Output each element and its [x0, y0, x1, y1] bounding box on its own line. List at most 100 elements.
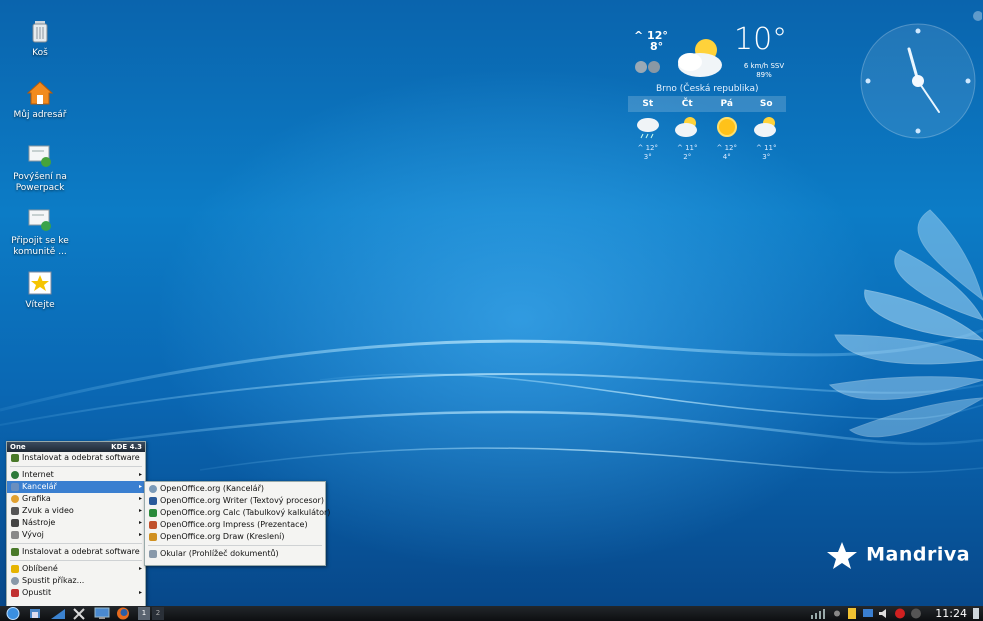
chevron-right-icon: ▸ — [138, 483, 142, 490]
chevron-right-icon: ▸ — [138, 495, 142, 502]
weather-forecast-day: ^ 12° 3° — [628, 114, 668, 162]
analog-clock-widget[interactable] — [859, 22, 977, 140]
menu-item-quit[interactable]: Opustit ▸ — [7, 587, 145, 599]
weather-day-name: St — [642, 99, 654, 109]
weather-wind: 6 km/h SSV 89% — [734, 62, 794, 80]
menu-item-tools[interactable]: Nástroje ▸ — [7, 517, 145, 529]
menu-item-install-software[interactable]: Instalovat a odebrat software — [7, 452, 145, 464]
menu-item-label: Oblíbené — [22, 564, 58, 573]
weather-day-name: Čt — [681, 99, 693, 109]
weather-forecast-low: 3° — [762, 153, 771, 161]
desktop-icon-home[interactable]: Můj adresář — [6, 80, 74, 121]
okular-icon — [149, 550, 157, 558]
install-icon — [11, 548, 19, 556]
menu-item-label: Internet — [22, 470, 54, 479]
weather-forecast-high: ^ 11° — [756, 144, 777, 152]
submenu-item-draw[interactable]: OpenOffice.org Draw (Kreslení) — [145, 531, 325, 543]
tools-icon — [11, 519, 19, 527]
chevron-right-icon: ▸ — [138, 519, 142, 526]
submenu-item-label: OpenOffice.org Impress (Prezentace) — [160, 520, 308, 529]
weather-location: Brno (Česká republika) — [656, 84, 759, 94]
desktop-icon-label: Povýšení na Powerpack — [13, 172, 67, 193]
desktop-pager[interactable]: 1 2 — [138, 607, 168, 620]
pager-desktop-2[interactable]: 2 — [152, 607, 164, 620]
battery-icon[interactable] — [972, 607, 980, 620]
pager-desktop-1[interactable]: 1 — [138, 607, 150, 620]
notes-icon[interactable] — [832, 607, 842, 620]
weather-forecast-low: 2° — [683, 153, 692, 161]
desktop-icon-welcome[interactable]: Vítejte — [6, 270, 74, 311]
devel-icon — [11, 531, 19, 539]
application-menu[interactable]: One KDE 4.3 Instalovat a odebrat softwar… — [6, 441, 146, 608]
menu-item-internet[interactable]: Internet ▸ — [7, 469, 145, 481]
menu-item-development[interactable]: Vývoj ▸ — [7, 529, 145, 541]
submenu-item-okular[interactable]: Okular (Prohlížeč dokumentů) — [145, 548, 325, 560]
menu-separator — [10, 466, 142, 467]
submenu-item-label: OpenOffice.org (Kancelář) — [160, 484, 264, 493]
menu-item-favorites[interactable]: Oblíbené ▸ — [7, 563, 145, 575]
desktop-icon-label: Vítejte — [25, 300, 55, 310]
chevron-right-icon: ▸ — [138, 565, 142, 572]
desktop-icon-community[interactable]: Připojit se ke komunitě ... — [6, 206, 74, 258]
welcome-icon — [27, 270, 53, 296]
taskbar-clock[interactable]: 11:24 — [935, 606, 967, 621]
desktop-icon[interactable] — [50, 607, 66, 620]
partly-cloudy-icon — [678, 39, 722, 77]
desktop-icon-powerpack[interactable]: Povýšení na Powerpack — [6, 142, 74, 194]
run-icon — [11, 577, 19, 585]
office-icon — [11, 483, 19, 491]
taskbar: 1 2 11:24 — [0, 606, 983, 621]
weather-wind-text: 6 km/h SSV — [743, 62, 785, 70]
update-icon[interactable] — [894, 607, 906, 620]
menu-item-office[interactable]: Kancelář ▸ — [7, 481, 145, 493]
desktop-icon-label: Připojit se ke komunitě ... — [11, 236, 69, 257]
desktop-toolbox-icon[interactable] — [972, 10, 982, 22]
desktop-icon-trash[interactable]: Koš — [6, 18, 74, 59]
draw-icon — [149, 533, 157, 541]
tools-icon[interactable] — [72, 607, 86, 620]
submenu-item-writer[interactable]: OpenOffice.org Writer (Textový procesor) — [145, 495, 325, 507]
impress-icon — [149, 521, 157, 529]
submenu-item-label: OpenOffice.org Writer (Textový procesor) — [160, 496, 324, 505]
partly-cloudy-icon — [754, 117, 777, 137]
weather-forecast-day: ^ 11° 3° — [747, 114, 787, 162]
quit-icon — [11, 589, 19, 597]
menu-item-label: Spustit příkaz... — [22, 576, 85, 585]
firefox-icon[interactable] — [116, 607, 130, 620]
office-submenu[interactable]: OpenOffice.org (Kancelář) OpenOffice.org… — [144, 481, 330, 566]
menu-item-install-software-2[interactable]: Instalovat a odebrat software — [7, 546, 145, 558]
submenu-item-openoffice[interactable]: OpenOffice.org (Kancelář) — [145, 483, 325, 495]
menu-item-graphics[interactable]: Grafika ▸ — [7, 493, 145, 505]
submenu-item-impress[interactable]: OpenOffice.org Impress (Prezentace) — [145, 519, 325, 531]
file-manager-icon[interactable] — [28, 607, 42, 620]
display-icon[interactable] — [862, 607, 874, 620]
weather-today-low: 8° — [650, 40, 664, 53]
weather-forecast-low: 3° — [643, 153, 652, 161]
info-icon[interactable] — [910, 607, 922, 620]
submenu-item-calc[interactable]: OpenOffice.org Calc (Tabulkový kalkuláto… — [145, 507, 330, 519]
menu-item-label: Vývoj — [22, 530, 44, 539]
menu-item-sound-video[interactable]: Zvuk a video ▸ — [7, 505, 145, 517]
desktop-icon-label: Koš — [32, 48, 48, 58]
graphics-icon — [11, 495, 19, 503]
monitor-icon[interactable] — [94, 607, 110, 620]
weather-forecast-day: ^ 11° 2° — [668, 114, 708, 162]
sun-icon — [716, 117, 737, 137]
kde-menu-icon[interactable] — [6, 607, 20, 620]
menu-item-run-command[interactable]: Spustit příkaz... — [7, 575, 145, 587]
weather-forecast-high: ^ 12° — [716, 144, 738, 152]
menu-header-title: One — [10, 443, 26, 451]
volume-icon[interactable] — [878, 607, 890, 620]
info-icon[interactable] — [634, 60, 662, 74]
home-folder-icon — [26, 80, 54, 106]
media-icon — [11, 507, 19, 515]
weather-day-name: Pá — [720, 99, 733, 109]
openoffice-icon — [149, 485, 157, 493]
weather-forecast-day: ^ 12° 4° — [707, 114, 747, 162]
mandriva-logo: Mandriva — [825, 540, 970, 570]
clipboard-icon[interactable] — [846, 607, 858, 620]
weather-forecast-high: ^ 11° — [677, 144, 698, 152]
writer-icon — [149, 497, 157, 505]
network-icon[interactable] — [810, 607, 826, 620]
menu-item-label: Instalovat a odebrat software — [22, 547, 140, 556]
